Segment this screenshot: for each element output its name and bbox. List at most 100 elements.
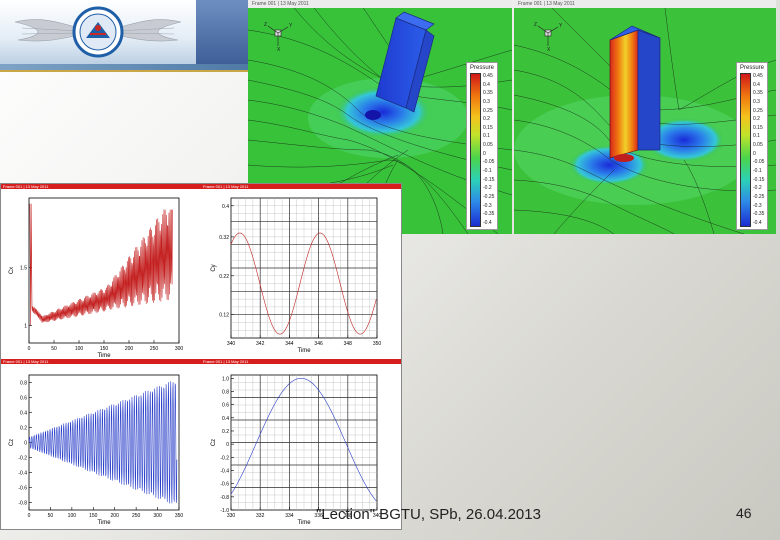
legend-label: -0.1 bbox=[753, 168, 762, 175]
legend-label: 0.05 bbox=[483, 142, 493, 149]
x-tick-label: 348 bbox=[344, 341, 353, 347]
legend-label: -0.25 bbox=[753, 193, 765, 200]
legend-label: 0.4 bbox=[483, 81, 490, 88]
x-axis-label: Time bbox=[297, 348, 311, 354]
legend-colorbar bbox=[470, 73, 481, 227]
y-tick-label: 0.6 bbox=[222, 403, 229, 409]
legend-label: 0.15 bbox=[483, 124, 493, 131]
svg-text:Z: Z bbox=[534, 22, 537, 28]
legend-label: 0.05 bbox=[753, 142, 763, 149]
legend-title: Pressure bbox=[470, 65, 495, 71]
legend-label: 0.35 bbox=[753, 90, 763, 97]
y-tick-label: 0.12 bbox=[219, 313, 229, 319]
y-axis-label: Cz bbox=[211, 439, 217, 446]
y-tick-label: 0.8 bbox=[20, 381, 27, 387]
y-tick-label: 0 bbox=[226, 442, 229, 448]
legend-label: -0.4 bbox=[483, 219, 492, 226]
plot-cx: Frame 001 | 13 May 2011 0 50 100 150 200 250 3… bbox=[1, 184, 201, 359]
y-tick-label: 1 bbox=[24, 324, 27, 330]
legend-label: -0.4 bbox=[753, 219, 762, 226]
x-tick-label: 100 bbox=[68, 513, 77, 519]
y-tick-label: 0 bbox=[24, 441, 27, 447]
cfd-pressure-view-right: Z Y X Frame 001 | 13 May 2011 Pressure 0… bbox=[514, 0, 776, 234]
x-tick-label: 344 bbox=[285, 341, 294, 347]
x-tick-label: 346 bbox=[314, 341, 323, 347]
y-tick-label: 0.8 bbox=[222, 389, 229, 395]
x-tick-label: 250 bbox=[150, 346, 159, 352]
header-stripe-accent bbox=[0, 70, 248, 72]
legend-label: 0.3 bbox=[753, 98, 760, 105]
logo-box bbox=[0, 0, 196, 66]
legend-label: 0.25 bbox=[483, 107, 493, 114]
x-tick-label: 50 bbox=[48, 513, 54, 519]
svg-text:Z: Z bbox=[264, 22, 267, 28]
legend-label: -0.3 bbox=[483, 202, 492, 209]
legend-label: 0.2 bbox=[753, 116, 760, 123]
x-tick-label: 150 bbox=[89, 513, 98, 519]
legend-colorbar bbox=[740, 73, 751, 227]
y-tick-label: -0.2 bbox=[220, 455, 229, 461]
y-tick-label: -0.8 bbox=[220, 495, 229, 501]
y-axis-label: Cx bbox=[9, 267, 15, 274]
y-tick-label: 1.5 bbox=[20, 266, 27, 272]
x-tick-label: 100 bbox=[75, 346, 84, 352]
x-axis-label: Time bbox=[97, 520, 111, 526]
x-tick-label: 332 bbox=[256, 513, 265, 519]
coefficient-plots-panel: Frame 001 | 13 May 2011 0 50 100 150 200 250 3… bbox=[0, 183, 402, 530]
legend-label: 0.35 bbox=[483, 90, 493, 97]
x-tick-label: 350 bbox=[175, 513, 184, 519]
legend-label: -0.35 bbox=[753, 211, 765, 218]
legend-label: -0.1 bbox=[483, 168, 492, 175]
y-tick-label: 0.4 bbox=[222, 416, 229, 422]
slide: Z Y X Frame 001 | 13 May 2011 Pressure 0… bbox=[0, 0, 780, 540]
y-tick-label: 0.2 bbox=[222, 429, 229, 435]
legend-label: 0.4 bbox=[753, 81, 760, 88]
y-tick-label: -0.4 bbox=[220, 468, 229, 474]
x-tick-label: 0 bbox=[28, 513, 31, 519]
y-tick-label: 0.4 bbox=[222, 204, 229, 210]
plot-cx-svg: 0 50 100 150 200 250 30011.5TimeCx bbox=[9, 197, 183, 359]
y-axis-label: Cz bbox=[9, 439, 15, 446]
plot-cz-svg: 0 50 100 150 200 250 300 350 0.8 0.6 0.4 0.2 0 -0.2 -0… bbox=[9, 374, 184, 526]
legend-label: -0.25 bbox=[483, 193, 495, 200]
x-tick-label: 250 bbox=[132, 513, 141, 519]
legend-label: -0.05 bbox=[753, 159, 765, 166]
x-tick-label: 300 bbox=[153, 513, 162, 519]
x-tick-label: 200 bbox=[111, 513, 120, 519]
y-tick-label: -0.4 bbox=[18, 471, 27, 477]
x-tick-label: 342 bbox=[256, 341, 265, 347]
x-tick-label: 350 bbox=[373, 341, 382, 347]
aviation-logo-icon bbox=[14, 6, 182, 58]
y-tick-label: -0.8 bbox=[18, 501, 27, 507]
plot-cy-svg: 340 342 344 346 348 350 0.12 0.22 0.32 0.4 Time Cy bbox=[211, 197, 382, 354]
legend-label: 0.45 bbox=[753, 73, 763, 79]
legend-label: 0.15 bbox=[753, 124, 763, 131]
y-tick-label: 0.32 bbox=[219, 235, 229, 241]
y-tick-label: 1.0 bbox=[222, 376, 229, 382]
legend-labels: 0.45 0.4 0.35 0.3 0.25 0.2 0.15 0.1 0.05 0 -0.05 -0… bbox=[483, 73, 494, 227]
x-tick-label: 50 bbox=[51, 346, 57, 352]
plot-cz-zoom-svg: 330 332 334 336 338 3401.00.80.60.40.20-0.2-0… bbox=[211, 374, 381, 526]
legend-label: -0.05 bbox=[483, 159, 495, 166]
pressure-legend-left: Pressure 0.45 0.4 0.35 0.3 0.25 0.2 0.15 0.1 0.0… bbox=[466, 62, 499, 230]
plot-cy: Frame 001 | 13 May 2011 340 342 344 346 348 3… bbox=[201, 184, 401, 359]
y-tick-label: 0.4 bbox=[20, 411, 27, 417]
pressure-legend-right: Pressure 0.45 0.4 0.35 0.3 0.25 0.2 0.15 0.1 0.0… bbox=[736, 62, 769, 230]
x-axis-label: Time bbox=[297, 520, 311, 526]
legend-label: 0.1 bbox=[483, 133, 490, 140]
plot-cz-zoom: Frame 001 | 13 May 2011 330 332 334 336 338 3… bbox=[201, 359, 401, 529]
header-band bbox=[196, 0, 248, 64]
legend-title: Pressure bbox=[740, 65, 765, 71]
y-tick-label: -0.6 bbox=[18, 486, 27, 492]
page-number: 46 bbox=[736, 505, 752, 521]
legend-label: -0.15 bbox=[753, 176, 765, 183]
legend-label: 0.1 bbox=[753, 133, 760, 140]
legend-label: 0.2 bbox=[483, 116, 490, 123]
legend-label: -0.3 bbox=[753, 202, 762, 209]
legend-label: -0.2 bbox=[753, 185, 762, 192]
x-tick-label: 340 bbox=[227, 341, 236, 347]
footer-caption: "Lection" BGTU, SPb, 26.04.2013 bbox=[316, 506, 541, 523]
y-tick-label: -0.6 bbox=[220, 482, 229, 488]
legend-label: 0.45 bbox=[483, 73, 493, 79]
x-tick-label: 150 bbox=[100, 346, 109, 352]
